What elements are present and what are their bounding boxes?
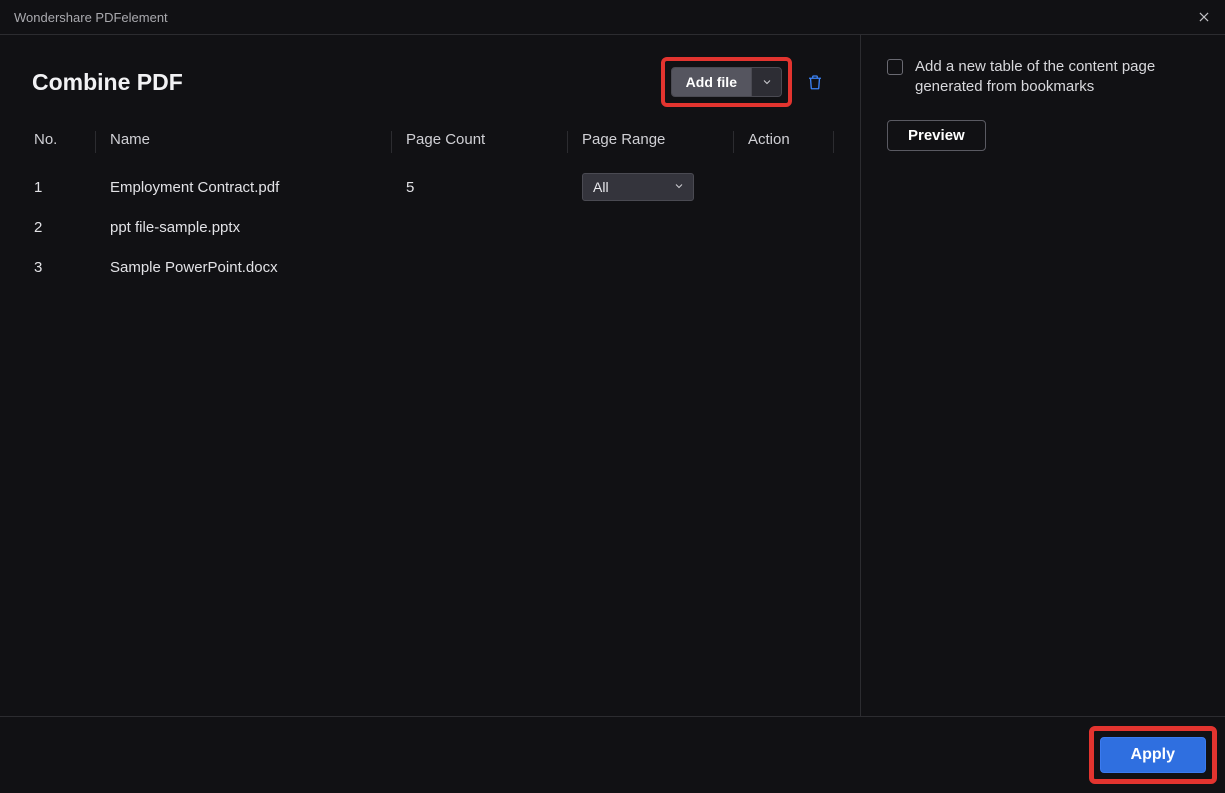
col-header-pagecount: Page Count <box>392 131 568 153</box>
cell-no: 1 <box>32 179 96 196</box>
cell-pagecount: 5 <box>392 179 568 196</box>
col-header-pagerange: Page Range <box>568 131 734 153</box>
toc-option-label: Add a new table of the content page gene… <box>915 57 1199 98</box>
table-row[interactable]: 2 ppt file-sample.pptx <box>32 207 834 247</box>
highlight-apply: Apply <box>1089 726 1217 784</box>
add-file-split-button[interactable]: Add file <box>671 67 782 97</box>
cell-no: 3 <box>32 259 96 276</box>
toc-checkbox[interactable] <box>887 59 903 75</box>
col-header-action: Action <box>734 131 834 153</box>
col-header-name: Name <box>96 131 392 153</box>
chevron-down-icon <box>673 179 685 195</box>
window-title: Wondershare PDFelement <box>14 10 168 25</box>
cell-no: 2 <box>32 219 96 236</box>
cell-name: Employment Contract.pdf <box>96 179 392 196</box>
table-row[interactable]: 1 Employment Contract.pdf 5 All <box>32 167 834 207</box>
cell-name: ppt file-sample.pptx <box>96 219 392 236</box>
add-file-dropdown[interactable] <box>751 68 781 96</box>
add-file-button[interactable]: Add file <box>672 68 751 96</box>
apply-button[interactable]: Apply <box>1100 737 1206 773</box>
page-title: Combine PDF <box>32 69 183 96</box>
table-row[interactable]: 3 Sample PowerPoint.docx <box>32 247 834 287</box>
table-header: No. Name Page Count Page Range Action <box>32 125 834 167</box>
trash-icon[interactable] <box>806 73 824 91</box>
page-range-select[interactable]: All <box>582 173 694 201</box>
cell-name: Sample PowerPoint.docx <box>96 259 392 276</box>
highlight-add-file: Add file <box>661 57 792 107</box>
file-table: No. Name Page Count Page Range Action 1 … <box>32 125 834 287</box>
close-icon[interactable] <box>1195 8 1213 26</box>
page-range-value: All <box>593 179 609 195</box>
preview-button[interactable]: Preview <box>887 120 986 151</box>
col-header-no: No. <box>32 131 96 153</box>
